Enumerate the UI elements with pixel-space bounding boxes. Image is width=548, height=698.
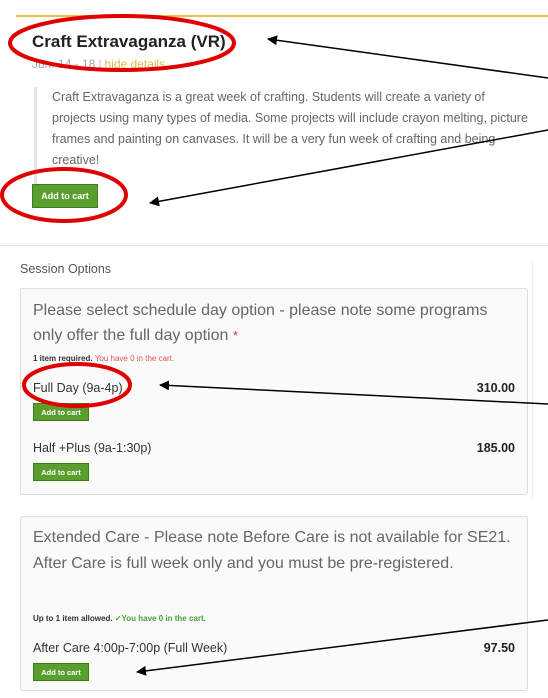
annotation-arrow	[136, 619, 548, 676]
annotation-circle-add-to-cart	[0, 167, 128, 223]
annotation-arrow	[149, 129, 548, 207]
annotation-overlay	[0, 14, 548, 676]
annotation-circle-title	[8, 14, 236, 72]
annotation-circle-full-day	[22, 362, 132, 408]
annotation-arrow	[159, 380, 548, 405]
annotation-arrow	[267, 35, 548, 79]
